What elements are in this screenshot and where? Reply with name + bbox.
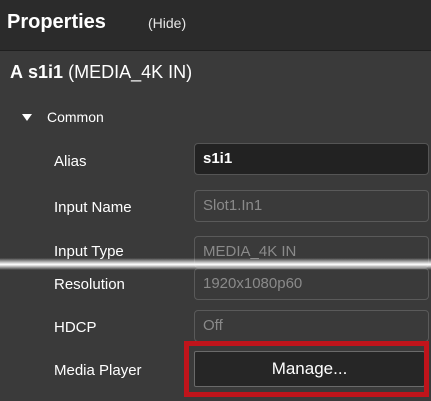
section-common-header[interactable]: Common (22, 106, 104, 128)
alias-field[interactable]: s1i1 (194, 143, 429, 175)
hide-link[interactable]: (Hide) (148, 15, 186, 31)
manage-button[interactable]: Manage... (194, 351, 425, 387)
media-player-label: Media Player (54, 362, 142, 379)
expand-triangle-icon (22, 113, 32, 121)
properties-header: Properties (Hide) (0, 0, 431, 51)
object-title: A s1i1 (MEDIA_4K IN) (10, 62, 192, 83)
object-prefix: A (10, 62, 23, 82)
panel-title: Properties (7, 11, 106, 33)
object-type: (MEDIA_4K IN) (68, 62, 193, 82)
input-name-label: Input Name (54, 199, 132, 216)
properties-panel: Properties (Hide) A s1i1 (MEDIA_4K IN) C… (0, 0, 431, 401)
input-name-field: Slot1.In1 (194, 190, 429, 222)
input-type-field: MEDIA_4K IN (194, 236, 429, 268)
alias-label: Alias (54, 153, 87, 170)
section-label: Common (47, 109, 104, 125)
resolution-field: 1920x1080p60 (194, 268, 429, 300)
input-type-label: Input Type (54, 243, 124, 260)
resolution-label: Resolution (54, 276, 125, 293)
object-name: s1i1 (28, 62, 64, 82)
hdcp-field: Off (194, 310, 429, 342)
hdcp-label: HDCP (54, 319, 97, 336)
